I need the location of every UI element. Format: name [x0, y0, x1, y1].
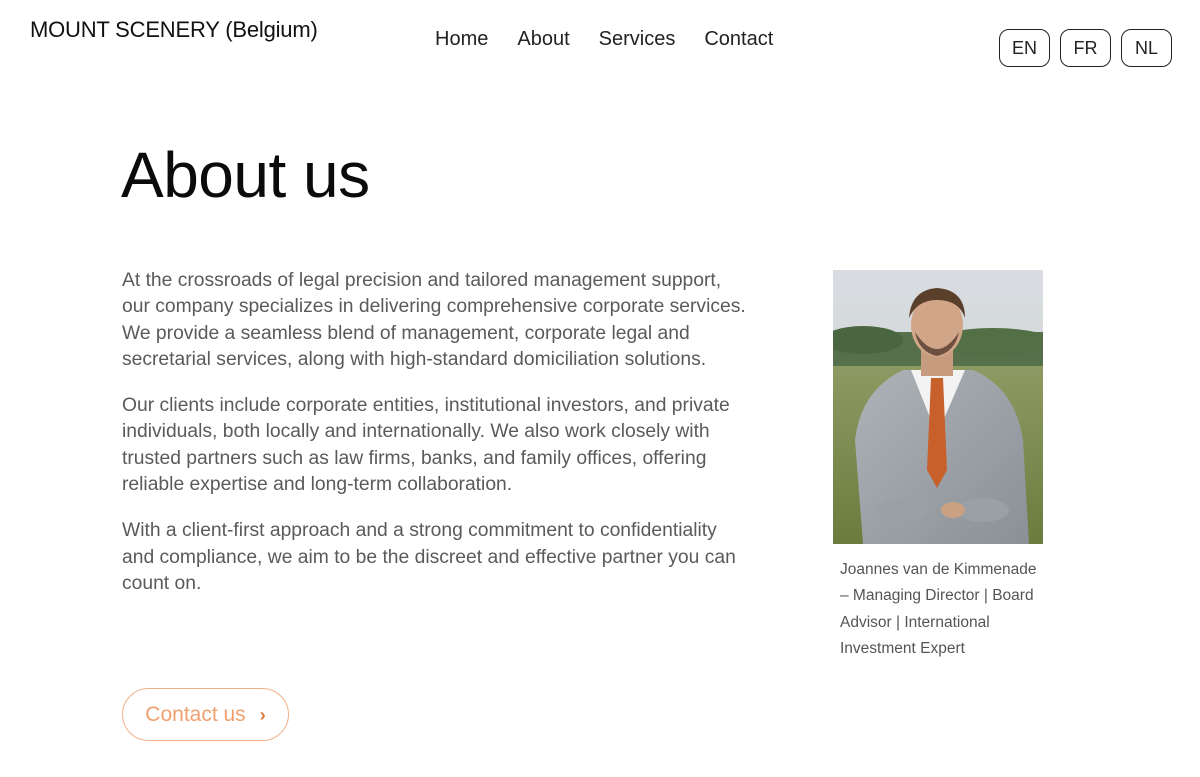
- nav-home-link[interactable]: Home: [435, 28, 488, 51]
- portrait-caption: Joannes van de Kimmenade – Managing Dire…: [840, 561, 1037, 657]
- about-paragraph-2: Our clients include corporate entities, …: [122, 395, 730, 496]
- site-logo-text[interactable]: MOUNT SCENERY (Belgium): [30, 17, 318, 43]
- main-nav: Home About Services Contact: [435, 28, 773, 51]
- nav-contact-link[interactable]: Contact: [704, 28, 773, 51]
- page-title: About us: [121, 139, 370, 211]
- language-nl-button[interactable]: NL: [1121, 29, 1172, 67]
- language-en-button[interactable]: EN: [999, 29, 1050, 67]
- page: MOUNT SCENERY (Belgium) Home About Servi…: [0, 0, 1200, 777]
- nav-services-link[interactable]: Services: [599, 28, 676, 51]
- portrait-photo: [833, 270, 1043, 544]
- about-paragraph-1: At the crossroads of legal precision and…: [122, 270, 746, 370]
- contact-us-button[interactable]: Contact us ›: [122, 688, 289, 741]
- language-switcher: EN FR NL: [999, 29, 1172, 67]
- about-text: At the crossroads of legal precision and…: [122, 268, 752, 617]
- contact-us-label: Contact us: [145, 702, 246, 726]
- nav-about-link[interactable]: About: [517, 28, 569, 51]
- about-paragraph-3: With a client-first approach and a stron…: [122, 520, 736, 594]
- language-fr-button[interactable]: FR: [1060, 29, 1111, 67]
- chevron-right-icon: ›: [259, 705, 266, 725]
